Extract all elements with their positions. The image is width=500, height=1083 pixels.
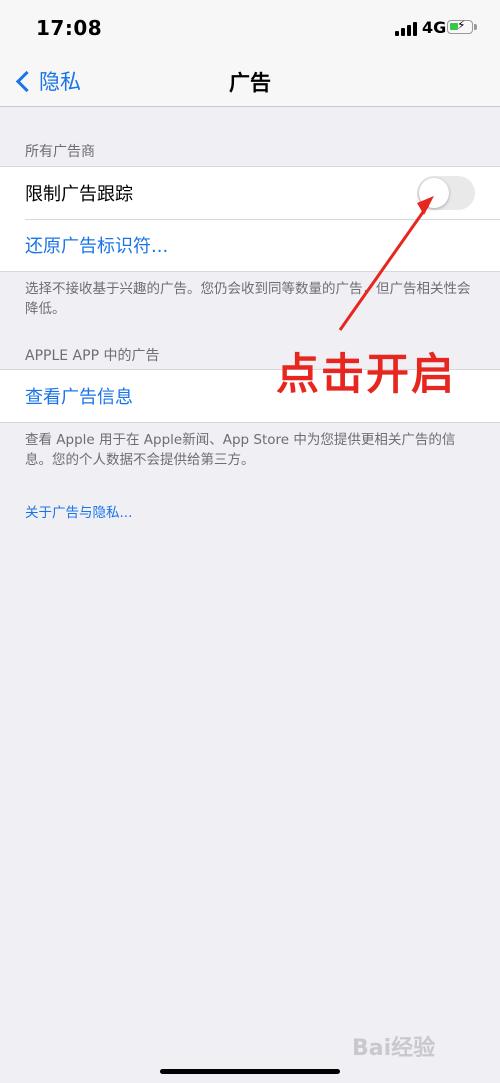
annotation-text: 点击开启 (276, 350, 456, 400)
home-indicator[interactable] (160, 1069, 340, 1074)
watermark: Bai经验 (352, 1036, 436, 1061)
annotation-arrow-icon (338, 196, 434, 331)
